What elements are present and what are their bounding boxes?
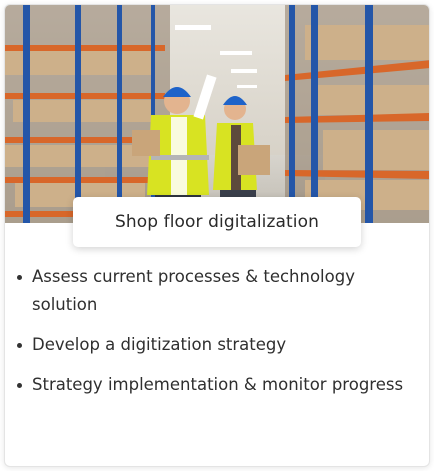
list-item: Develop a digitization strategy [15, 331, 415, 359]
list-item: Assess current processes & technology so… [15, 263, 415, 319]
bullet-text: Assess current processes & technology so… [32, 267, 355, 314]
list-item: Strategy implementation & monitor progre… [15, 371, 415, 399]
bullet-dot-icon [17, 343, 22, 348]
bullet-list: Assess current processes & technology so… [15, 263, 415, 411]
service-card: Shop floor digitalization Assess current… [4, 4, 430, 467]
bullet-dot-icon [17, 275, 22, 280]
bullet-text: Develop a digitization strategy [32, 335, 287, 354]
bullet-text: Strategy implementation & monitor progre… [32, 375, 404, 394]
warehouse-workers-photo [5, 5, 429, 223]
card-title: Shop floor digitalization [73, 197, 361, 247]
bullet-dot-icon [17, 383, 22, 388]
